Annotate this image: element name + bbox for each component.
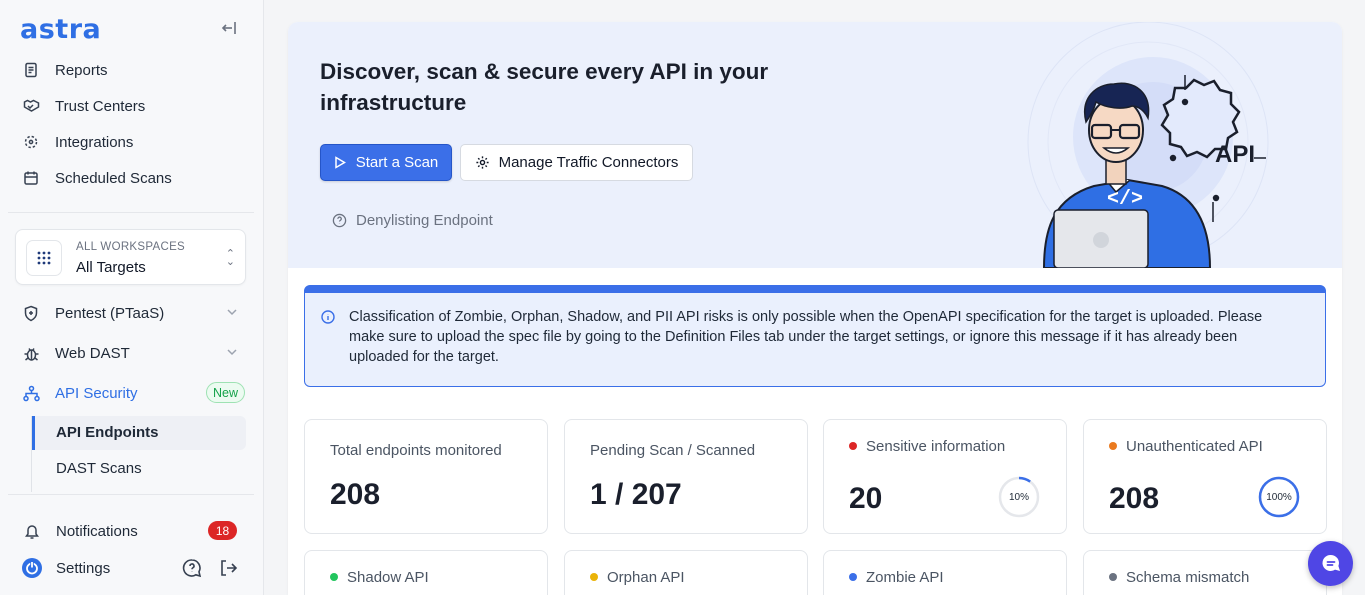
stat-label-text: Sensitive information — [866, 438, 1006, 455]
main-content: Discover, scan & secure every API in you… — [288, 22, 1342, 595]
stat-label: Sensitive information — [849, 438, 1005, 455]
sidebar-item-scheduled-scans[interactable]: Scheduled Scans — [20, 163, 172, 193]
sidebar-item-label: Scheduled Scans — [55, 169, 172, 187]
sidebar-subitem-dast-scans[interactable]: DAST Scans — [56, 460, 142, 477]
stat-label: Schema mismatch — [1109, 569, 1249, 586]
sidebar: astra Reports Trust Centers Integrations… — [0, 0, 264, 595]
sidebar-item-trust-centers[interactable]: Trust Centers — [20, 91, 145, 121]
stat-label-text: Unauthenticated API — [1126, 438, 1263, 455]
status-dot — [1109, 442, 1117, 451]
start-scan-label: Start a Scan — [355, 154, 439, 171]
hero-title: Discover, scan & secure every API in you… — [320, 59, 769, 115]
api-network-icon — [20, 382, 42, 404]
stat-card-schema-mismatch[interactable]: Schema mismatch — [1083, 550, 1327, 595]
play-icon — [334, 156, 346, 169]
status-dot — [849, 573, 857, 582]
handshake-icon — [20, 95, 42, 117]
collapse-sidebar-icon[interactable] — [220, 18, 240, 38]
api-developer-illustration: API </> — [1027, 22, 1269, 268]
stat-card-unauthenticated-api[interactable]: Unauthenticated API 208 100% — [1083, 419, 1327, 534]
sidebar-item-label: Notifications — [56, 522, 138, 540]
logout-icon[interactable] — [218, 558, 238, 583]
shield-icon — [20, 302, 42, 324]
stat-label-text: Zombie API — [866, 569, 944, 586]
sidebar-item-integrations[interactable]: Integrations — [20, 127, 133, 157]
workspace-name: All Targets — [76, 259, 146, 276]
sidebar-item-settings[interactable]: Settings — [21, 553, 110, 583]
chat-bubble-icon — [1322, 554, 1340, 571]
divider — [8, 212, 254, 213]
stat-label: Shadow API — [330, 569, 429, 586]
new-badge: New — [206, 382, 245, 403]
help-circle-icon — [332, 213, 347, 228]
hero-banner: Discover, scan & secure every API in you… — [288, 22, 1342, 268]
sidebar-item-reports[interactable]: Reports — [20, 55, 108, 85]
stat-label-text: Shadow API — [347, 569, 429, 586]
stat-value: 1 / 207 — [590, 478, 682, 511]
alert-message: Classification of Zombie, Orphan, Shadow… — [349, 309, 1263, 365]
bell-icon — [21, 520, 43, 542]
sidebar-item-notifications[interactable]: Notifications — [21, 516, 138, 546]
stat-value: 208 — [330, 478, 381, 511]
sidebar-item-label: Trust Centers — [55, 97, 146, 115]
denylisting-label: Denylisting Endpoint — [356, 212, 493, 229]
stat-label: Pending Scan / Scanned — [590, 442, 756, 459]
workspace-selector[interactable]: ALL WORKSPACES All Targets ⌃ ⌄ — [15, 229, 246, 285]
sidebar-item-label: Pentest (PTaaS) — [55, 304, 165, 322]
sidebar-item-label: Settings — [56, 559, 111, 577]
document-icon — [20, 59, 42, 81]
sidebar-item-label: Reports — [55, 61, 108, 79]
workspace-kicker: ALL WORKSPACES — [76, 241, 186, 253]
stat-value: 20 — [849, 482, 883, 515]
status-dot — [590, 573, 598, 582]
svg-text:</>: </> — [1107, 188, 1143, 211]
help-chat-icon[interactable] — [182, 558, 202, 583]
stat-card-total-endpoints[interactable]: Total endpoints monitored 208 — [304, 419, 548, 534]
start-scan-button[interactable]: Start a Scan — [320, 144, 452, 181]
bug-icon — [20, 342, 42, 364]
status-dot — [330, 573, 338, 582]
stat-label-text: Orphan API — [607, 569, 685, 586]
progress-percent: 10% — [1008, 491, 1029, 503]
sidebar-item-label: Web DAST — [55, 344, 130, 362]
stat-label: Zombie API — [849, 569, 944, 586]
stat-card-shadow-api[interactable]: Shadow API — [304, 550, 548, 595]
sidebar-item-web-dast[interactable]: Web DAST — [20, 338, 130, 368]
support-chat-button[interactable] — [1308, 541, 1353, 586]
chevron-down-icon[interactable] — [226, 345, 238, 363]
stat-label: Unauthenticated API — [1109, 438, 1263, 455]
calendar-icon — [20, 167, 42, 189]
notification-count-badge: 18 — [208, 521, 237, 540]
astra-logo[interactable]: astra — [20, 14, 101, 45]
stat-label: Total endpoints monitored — [330, 442, 502, 459]
power-settings-icon — [21, 557, 43, 579]
manage-traffic-label: Manage Traffic Connectors — [498, 154, 679, 171]
stat-label: Orphan API — [590, 569, 685, 586]
sidebar-subitem-api-endpoints[interactable]: API Endpoints — [56, 424, 159, 441]
openapi-info-alert: Classification of Zombie, Orphan, Shadow… — [304, 285, 1326, 387]
chevron-updown-icon: ⌃ ⌄ — [225, 248, 235, 268]
sidebar-item-label: API Security — [55, 384, 138, 402]
denylisting-endpoint-link[interactable]: Denylisting Endpoint — [332, 212, 493, 229]
grid-icon — [26, 240, 62, 276]
sidebar-item-api-security[interactable]: API Security — [20, 378, 138, 408]
stat-card-orphan-api[interactable]: Orphan API — [564, 550, 808, 595]
status-dot — [849, 442, 857, 451]
status-dot — [1109, 573, 1117, 582]
integrations-icon — [20, 131, 42, 153]
api-illustration-label: API — [1215, 141, 1255, 168]
sidebar-item-label: Integrations — [55, 133, 134, 151]
manage-traffic-connectors-button[interactable]: Manage Traffic Connectors — [460, 144, 693, 181]
stat-card-sensitive-information[interactable]: Sensitive information 20 10% — [823, 419, 1067, 534]
stat-label-text: Schema mismatch — [1126, 569, 1250, 586]
sidebar-item-pentest[interactable]: Pentest (PTaaS) — [20, 298, 164, 328]
stat-value: 208 — [1109, 482, 1160, 515]
info-icon — [321, 310, 335, 329]
gear-icon — [475, 155, 490, 170]
divider — [8, 494, 254, 495]
progress-percent: 100% — [1266, 491, 1292, 503]
stat-card-pending-scanned[interactable]: Pending Scan / Scanned 1 / 207 — [564, 419, 808, 534]
stat-card-zombie-api[interactable]: Zombie API — [823, 550, 1067, 595]
chevron-down-icon[interactable] — [226, 305, 238, 323]
